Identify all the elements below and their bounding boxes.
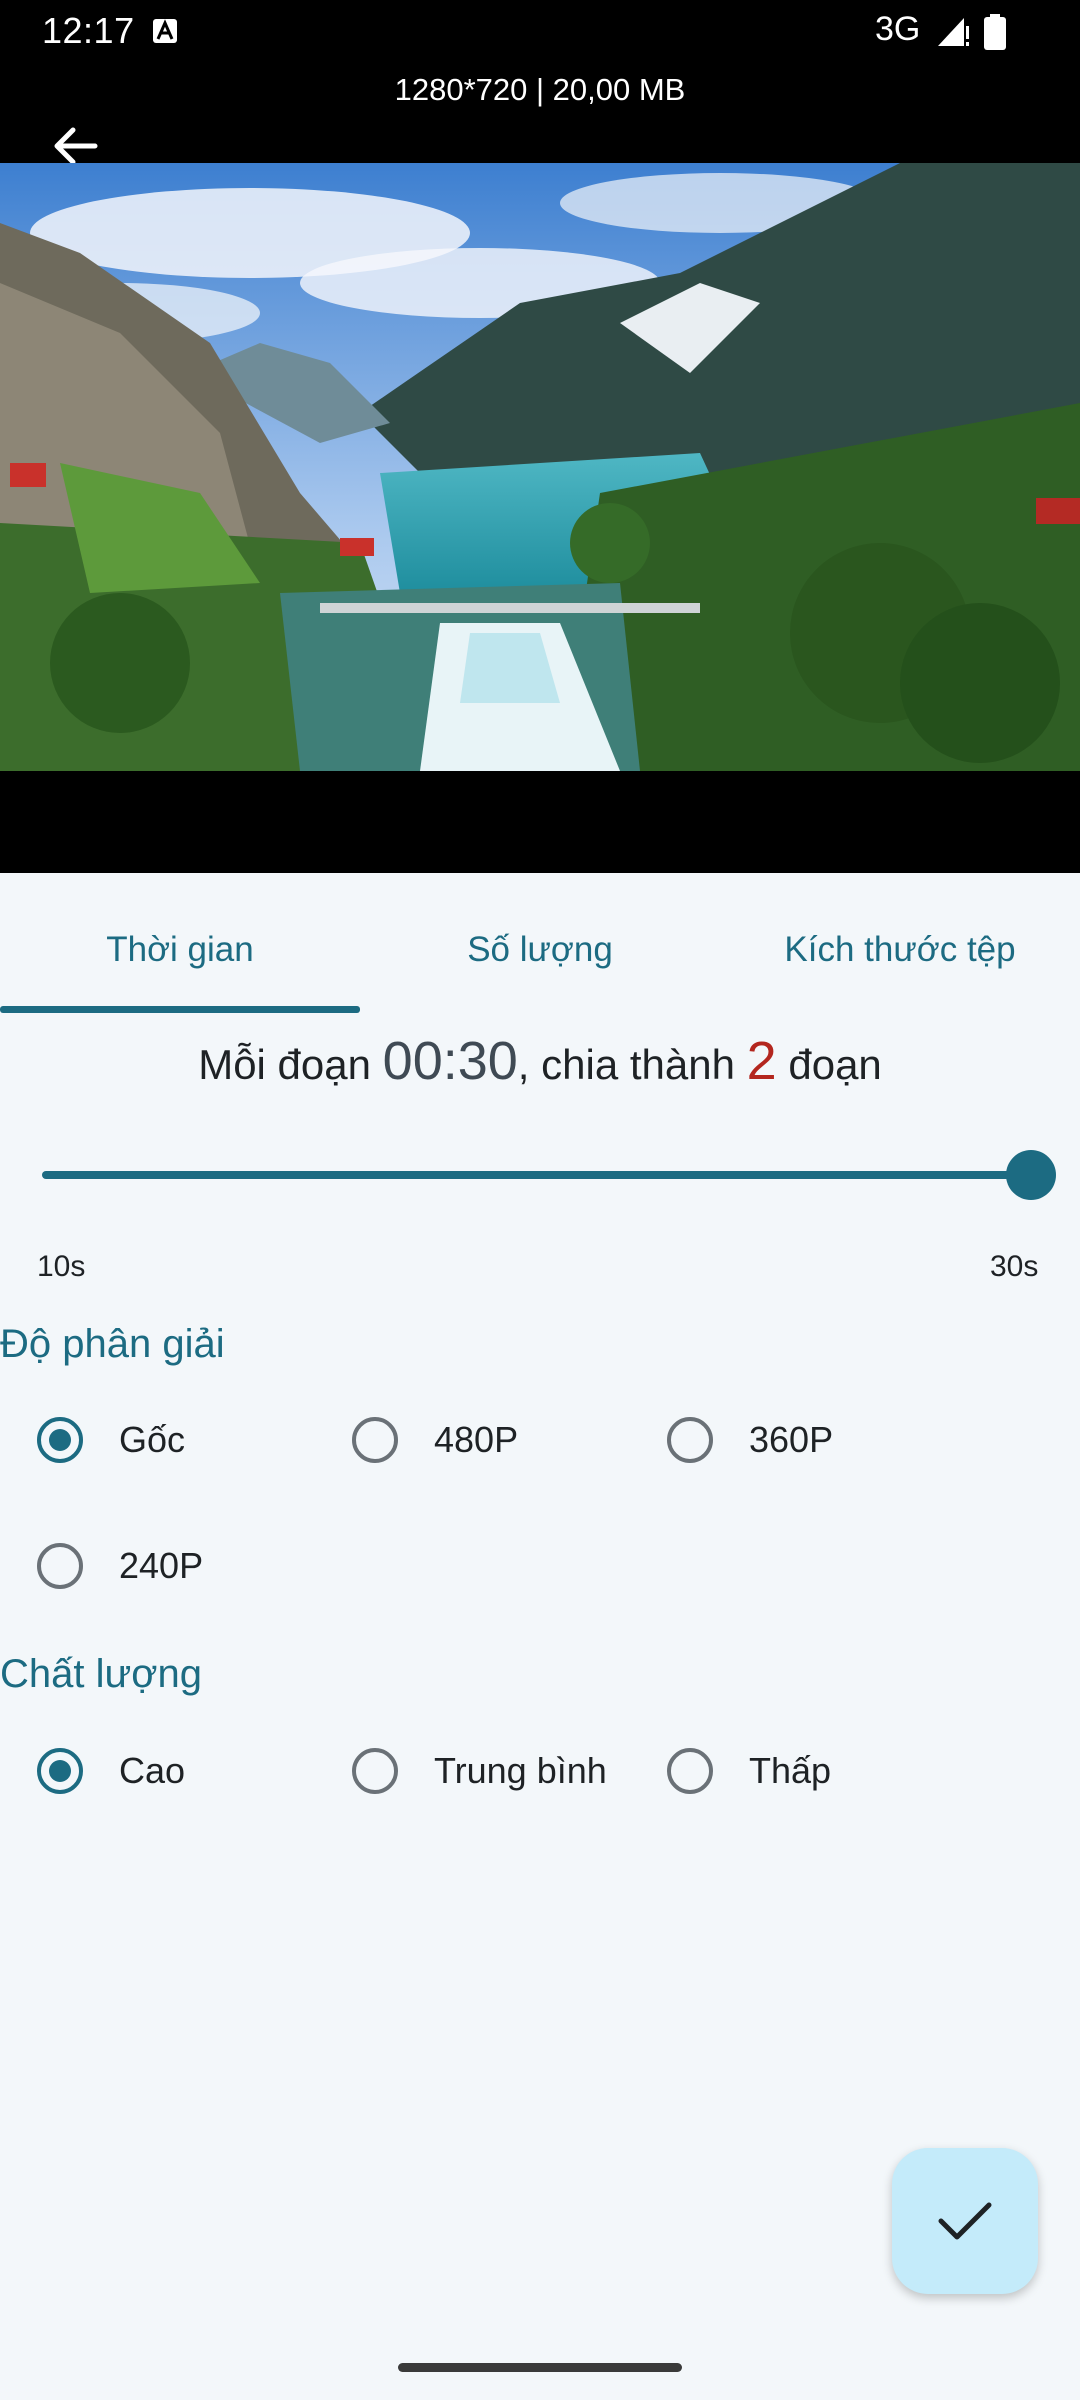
radio-label: Cao [119,1750,186,1791]
tab-bar: Thời gian Số lượng Kích thước tệp [0,900,1080,1015]
radio-resolution-240p[interactable]: 240P [37,1536,203,1596]
radio-button[interactable] [352,1748,398,1794]
radio-quality-high[interactable]: Cao [37,1741,185,1801]
radio-label: 480P [434,1419,519,1460]
radio-button[interactable] [37,1543,83,1589]
segment-prefix: Mỗi đoạn [198,1041,371,1088]
radio-label: Trung bình [434,1750,607,1791]
tab-indicator [0,1006,360,1013]
slider-track[interactable] [42,1171,1032,1179]
segment-summary: Mỗi đoạn 00:30, chia thành 2 đoạn [0,1030,1080,1092]
radio-label: Gốc [119,1419,186,1460]
video-thumbnail[interactable] [0,163,1080,771]
video-info: 1280*720 | 20,00 MB [394,72,686,107]
tab-count[interactable]: Số lượng [360,900,720,1000]
radio-label: Thấp [749,1750,832,1791]
segment-duration: 00:30 [382,1031,518,1091]
landscape-image [0,163,1080,771]
confirm-button[interactable] [892,2148,1038,2294]
notification-a-icon [153,19,177,43]
resolution-title: Độ phân giải [0,1322,225,1366]
duration-slider[interactable] [40,1150,1056,1200]
radio-quality-medium[interactable]: Trung bình [352,1741,607,1801]
status-bar: 12:17 3G [0,0,1080,62]
status-time: 12:17 [42,10,135,51]
home-indicator[interactable] [398,2363,682,2372]
check-icon [938,2202,992,2240]
radio-label: 360P [749,1419,834,1460]
radio-label: 240P [119,1545,204,1586]
radio-button[interactable] [667,1748,713,1794]
segment-suffix: đoạn [788,1041,882,1088]
signal-icon [938,18,969,46]
tab-file-size[interactable]: Kích thước tệp [720,900,1080,1000]
radio-resolution-original[interactable]: Gốc [37,1410,185,1470]
arrow-left-icon [54,127,98,165]
radio-button[interactable] [667,1417,713,1463]
segment-middle: , chia thành [517,1041,735,1088]
slider-thumb[interactable] [1006,1150,1056,1200]
tab-time[interactable]: Thời gian [0,900,360,1000]
radio-button[interactable] [37,1417,83,1463]
slider-max-label: 30s [990,1250,1039,1283]
radio-quality-low[interactable]: Thấp [667,1741,831,1801]
segment-count: 2 [746,1031,777,1091]
slider-min-label: 10s [37,1250,86,1283]
radio-button[interactable] [37,1748,83,1794]
radio-button[interactable] [352,1417,398,1463]
quality-title: Chất lượng [0,1652,202,1696]
radio-resolution-360p[interactable]: 360P [667,1410,833,1470]
battery-icon [984,14,1006,50]
radio-resolution-480p[interactable]: 480P [352,1410,518,1470]
network-type: 3G [875,10,921,48]
